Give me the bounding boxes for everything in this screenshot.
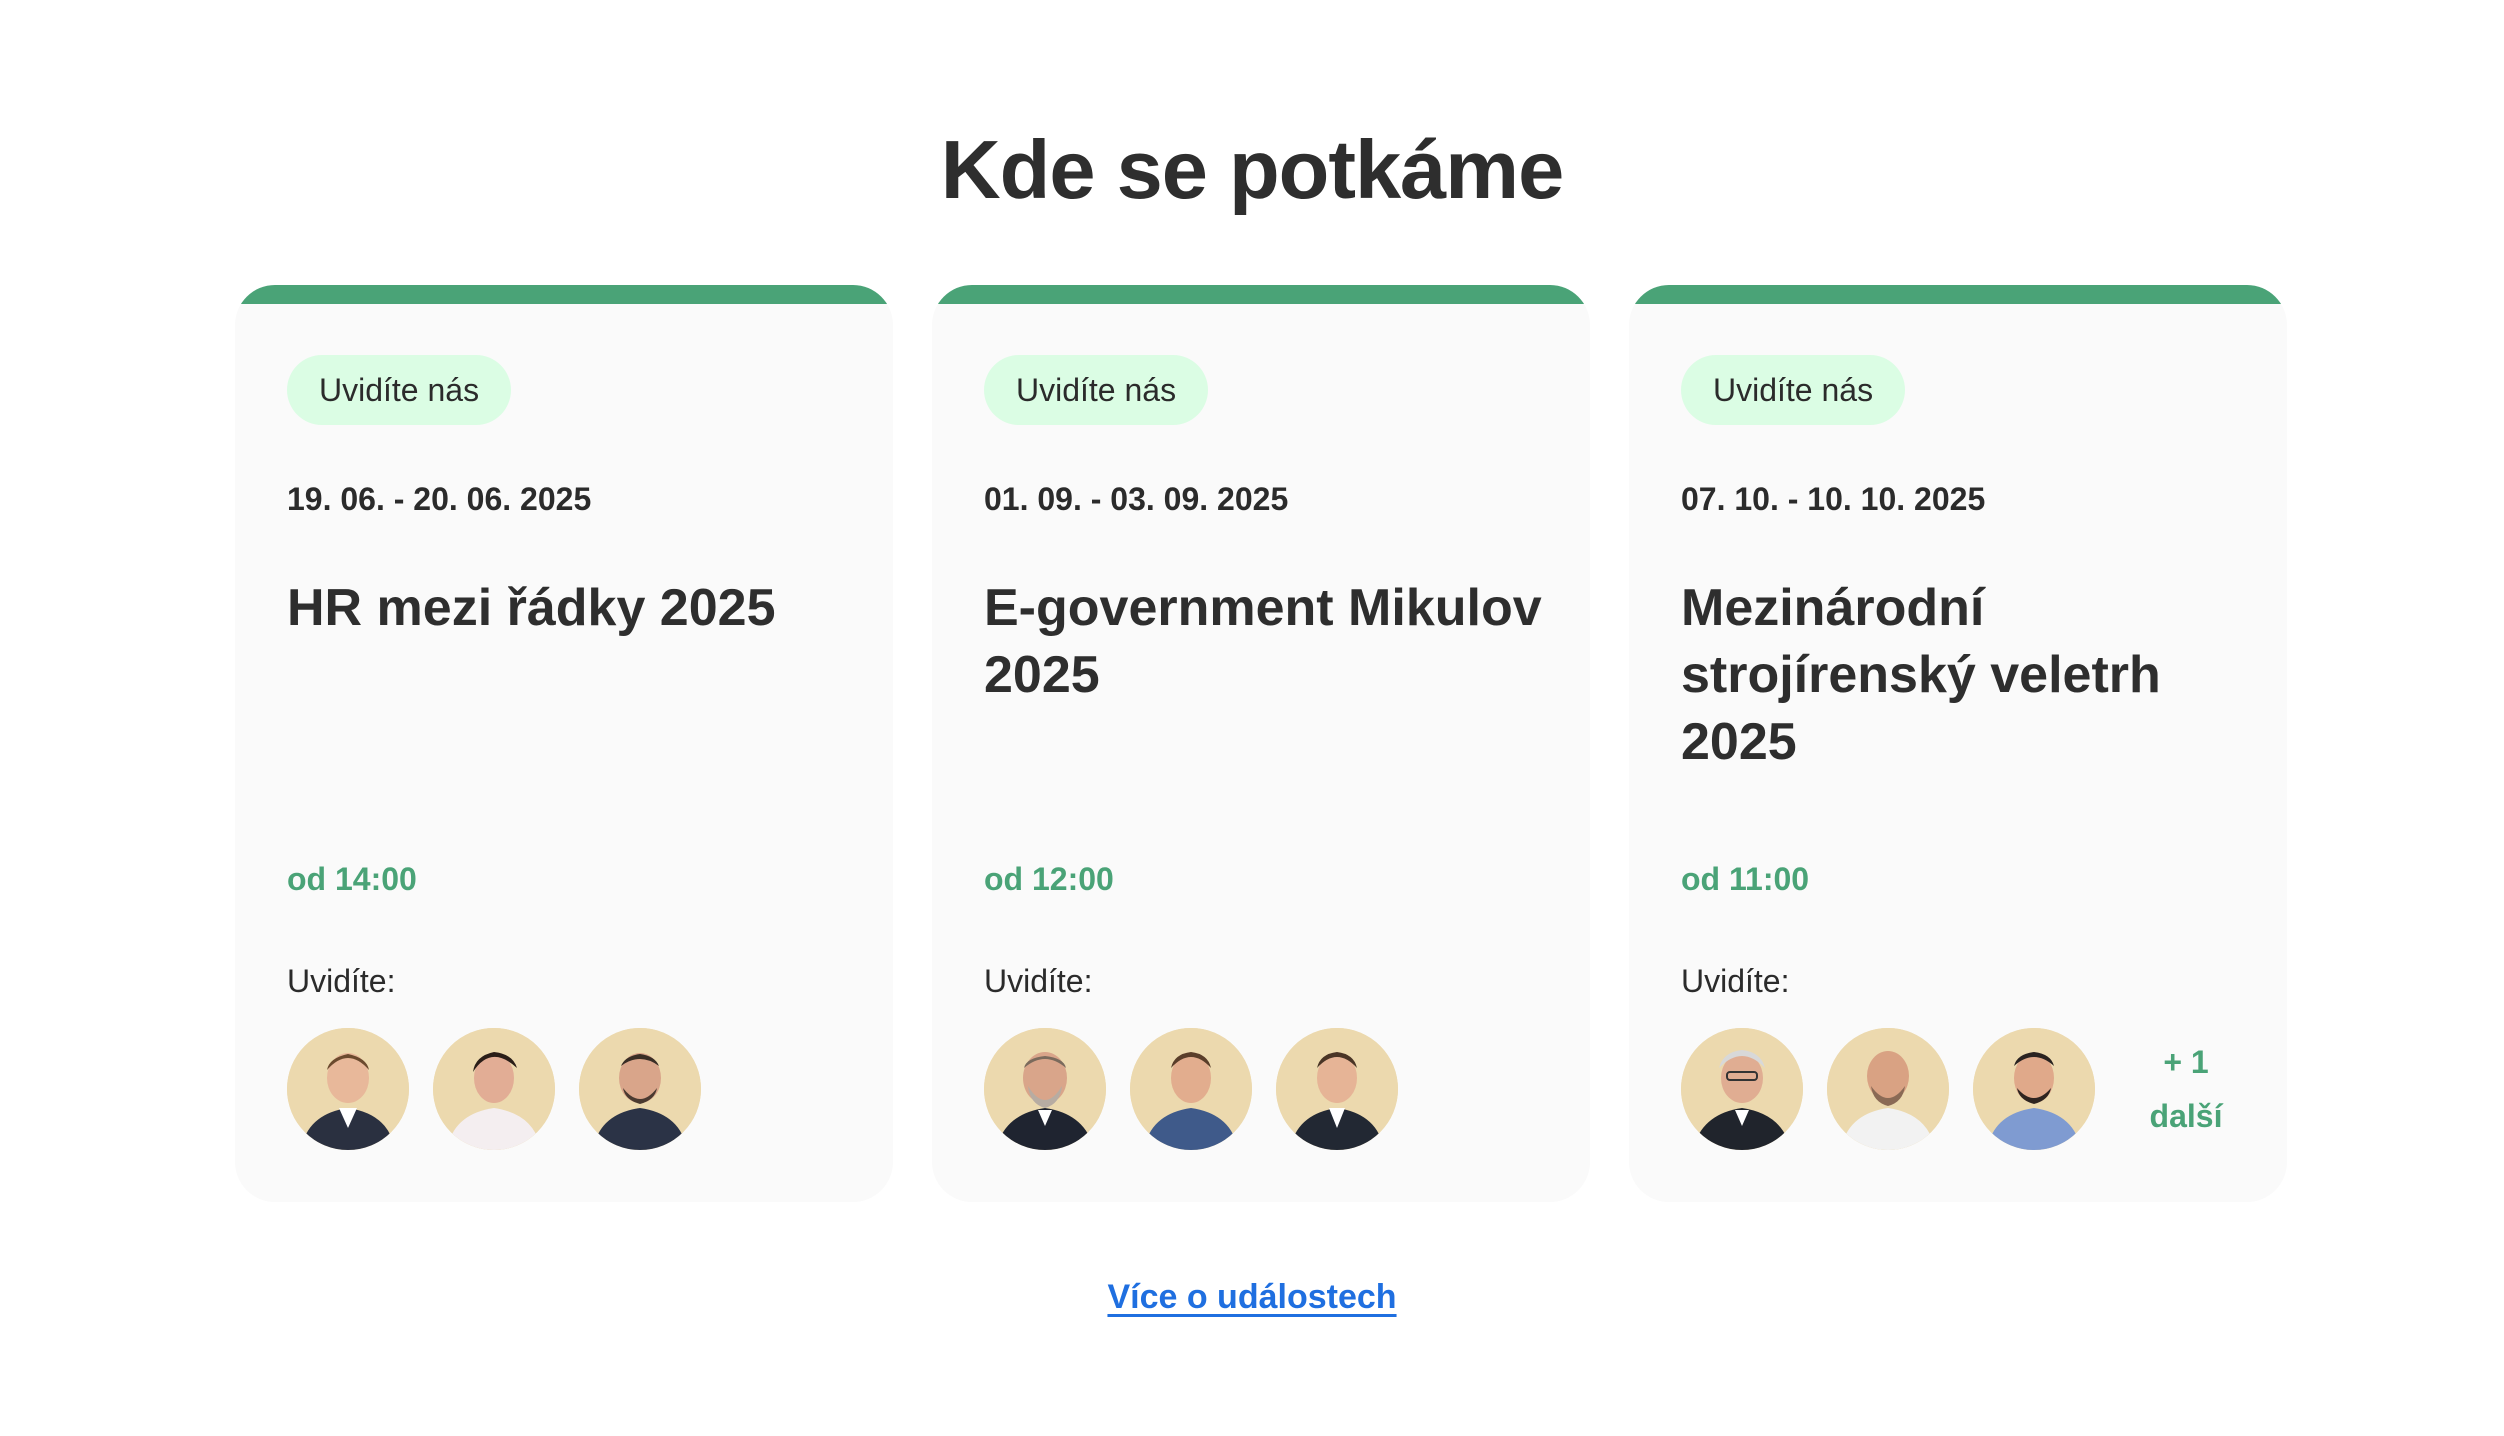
event-title[interactable]: HR mezi řádky 2025: [287, 575, 853, 642]
event-date: 01. 09. - 03. 09. 2025: [984, 481, 1289, 517]
speakers-label: Uvidíte:: [984, 963, 1093, 999]
avatar: [1681, 1028, 1803, 1150]
event-badge: Uvidíte nás: [1681, 355, 1906, 425]
avatar: [579, 1028, 701, 1150]
speakers-label: Uvidíte:: [1681, 963, 1790, 999]
event-card[interactable]: Uvidíte nás 07. 10. - 10. 10. 2025 Mezin…: [1629, 285, 2287, 1202]
event-badge: Uvidíte nás: [984, 355, 1209, 425]
more-speakers-count: + 1: [2163, 1044, 2209, 1080]
events-section: Kde se potkáme Uvidíte nás 19. 06. - 20.…: [0, 0, 2504, 1436]
avatar: [287, 1028, 409, 1150]
event-date: 19. 06. - 20. 06. 2025: [287, 481, 592, 517]
avatar: [984, 1028, 1106, 1150]
event-time: od 12:00: [984, 861, 1114, 897]
speakers-label: Uvidíte:: [287, 963, 396, 999]
speaker-avatars: + 1 další: [1681, 1028, 2247, 1150]
speaker-avatars: [984, 1028, 1398, 1150]
avatar: [433, 1028, 555, 1150]
more-speakers-label: další: [2149, 1098, 2223, 1134]
event-title[interactable]: E-government Mikulov 2025: [984, 575, 1550, 709]
more-speakers-link[interactable]: + 1 další: [2125, 1035, 2247, 1143]
event-date: 07. 10. - 10. 10. 2025: [1681, 481, 1986, 517]
event-card[interactable]: Uvidíte nás 19. 06. - 20. 06. 2025 HR me…: [235, 285, 893, 1202]
avatar: [1130, 1028, 1252, 1150]
avatar: [1973, 1028, 2095, 1150]
avatar: [1276, 1028, 1398, 1150]
event-card[interactable]: Uvidíte nás 01. 09. - 03. 09. 2025 E-gov…: [932, 285, 1590, 1202]
event-time: od 14:00: [287, 861, 417, 897]
section-title: Kde se potkáme: [940, 123, 1565, 216]
event-title[interactable]: Mezinárodní strojírenský veletrh 2025: [1681, 575, 2247, 776]
event-badge: Uvidíte nás: [287, 355, 512, 425]
more-events-link[interactable]: Více o událostech: [0, 1278, 2504, 1317]
avatar: [1827, 1028, 1949, 1150]
speaker-avatars: [287, 1028, 701, 1150]
event-time: od 11:00: [1681, 861, 1810, 897]
